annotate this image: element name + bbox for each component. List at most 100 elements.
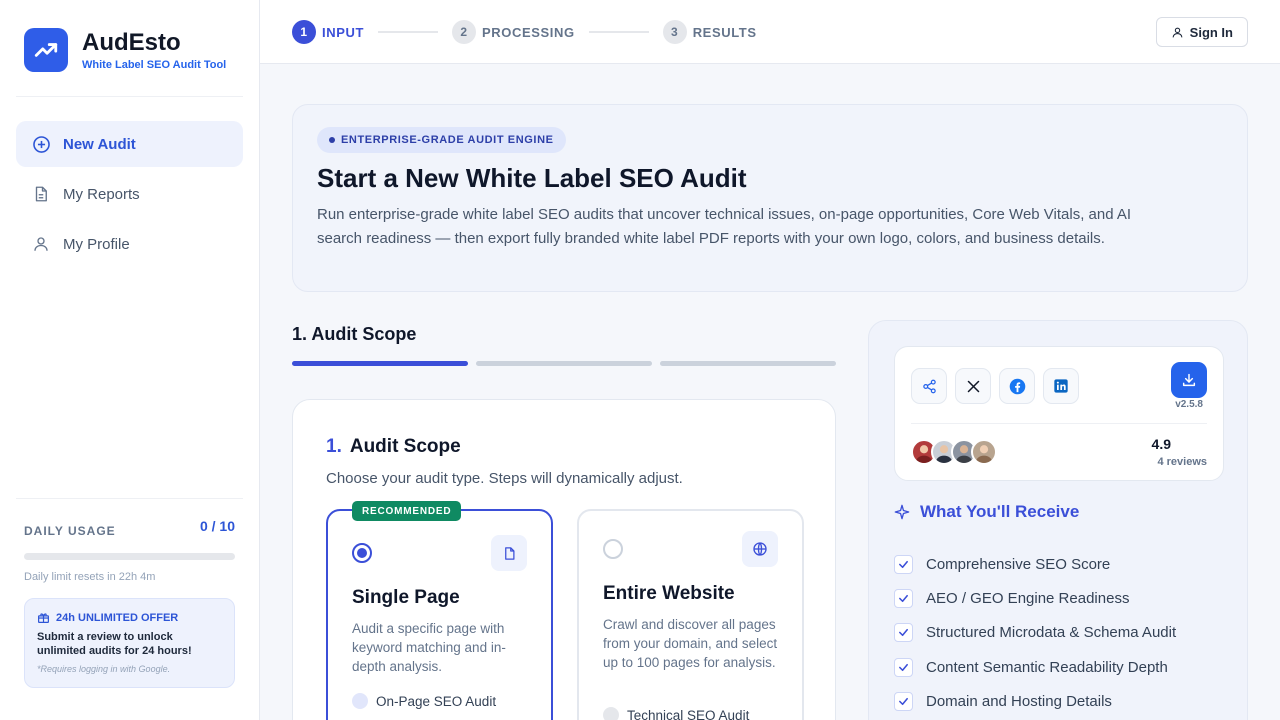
usage-progress-bar	[24, 553, 235, 560]
option-feature: Technical SEO Audit	[603, 707, 749, 720]
list-item: Content Semantic Readability Depth	[894, 650, 1176, 684]
check-icon	[894, 657, 913, 677]
download-icon	[1182, 373, 1196, 387]
divider	[16, 96, 243, 97]
card-title-text: Audit Scope	[349, 436, 461, 457]
step-label: INPUT	[322, 24, 364, 40]
trending-up-icon	[24, 28, 68, 72]
card-title: 1. Audit Scope	[326, 436, 461, 458]
step-connector	[588, 31, 649, 33]
hero-badge-text: ENTERPRISE-GRADE AUDIT ENGINE	[341, 134, 554, 146]
reviewer-avatars	[911, 439, 997, 465]
sidebar: AudEsto White Label SEO Audit Tool New A…	[0, 0, 260, 720]
sign-in-label: Sign In	[1189, 24, 1233, 40]
check-icon	[894, 588, 913, 608]
brand-tagline: White Label SEO Audit Tool	[82, 59, 227, 71]
recommended-badge: RECOMMENDED	[352, 501, 462, 521]
sidebar-item-my-profile[interactable]: My Profile	[16, 221, 243, 267]
sidebar-nav: New Audit My Reports My Profile	[16, 121, 243, 271]
facebook-icon	[1009, 378, 1025, 394]
list-item: Comprehensive SEO Score	[894, 547, 1176, 581]
offer-title: 24h UNLIMITED OFFER	[56, 611, 179, 624]
brand[interactable]: AudEsto White Label SEO Audit Tool	[24, 28, 226, 72]
hero-badge: ENTERPRISE-GRADE AUDIT ENGINE	[317, 127, 566, 153]
step-label: PROCESSING	[482, 24, 575, 40]
share-facebook-button[interactable]	[999, 368, 1035, 404]
card-number: 1.	[326, 436, 342, 457]
globe-icon	[742, 531, 778, 567]
plus-circle-icon	[31, 134, 51, 154]
share-icon	[922, 379, 936, 393]
sign-in-button[interactable]: Sign In	[1155, 17, 1248, 47]
usage-reset-text: Daily limit resets in 22h 4m	[24, 571, 156, 583]
progress-segment	[292, 361, 468, 366]
receive-title: What You'll Receive	[920, 502, 1080, 521]
offer-text: Submit a review to unlock unlimited audi…	[37, 631, 192, 657]
file-icon	[491, 535, 527, 571]
usage-count: 0 / 10	[199, 518, 235, 534]
option-entire-website[interactable]: Entire Website Crawl and discover all pa…	[577, 509, 804, 720]
divider	[16, 498, 243, 499]
share-button[interactable]	[911, 368, 947, 404]
download-button[interactable]	[1171, 362, 1207, 398]
user-icon	[1171, 26, 1184, 39]
option-description: Audit a specific page with keyword match…	[352, 621, 506, 674]
sidebar-item-my-reports[interactable]: My Reports	[16, 171, 243, 217]
user-icon	[31, 234, 51, 254]
avatar	[971, 439, 997, 465]
check-icon	[894, 554, 913, 574]
step-processing: 2 PROCESSING	[452, 20, 575, 44]
step-input: 1 INPUT	[292, 20, 364, 44]
sparkle-icon	[894, 504, 910, 520]
sidebar-item-label: My Reports	[63, 185, 140, 203]
option-single-page[interactable]: RECOMMENDED Single Page Audit a specific…	[326, 501, 553, 720]
info-panel: v2.5.8 4.9 4 reviews What You'll Receive…	[868, 320, 1248, 720]
share-x-button[interactable]	[955, 368, 991, 404]
unlimited-offer-card[interactable]: 24h UNLIMITED OFFER Submit a review to u…	[24, 598, 235, 688]
stepper: 1 INPUT 2 PROCESSING 3 RESULTS	[292, 20, 757, 44]
list-item-label: AEO / GEO Engine Readiness	[926, 589, 1130, 607]
step-number: 3	[662, 20, 687, 44]
list-item: AEO / GEO Engine Readiness	[894, 581, 1176, 615]
list-item-label: Content Semantic Readability Depth	[926, 658, 1168, 676]
step-number: 1	[292, 20, 316, 44]
receive-heading: What You'll Receive	[894, 502, 1079, 522]
share-card: v2.5.8 4.9 4 reviews	[894, 346, 1224, 481]
list-item-label: Comprehensive SEO Score	[926, 555, 1111, 573]
review-count: 4 reviews	[1157, 456, 1207, 468]
list-item-label: Structured Microdata & Schema Audit	[926, 624, 1177, 642]
card-subtitle: Choose your audit type. Steps will dynam…	[326, 470, 683, 487]
entire-website-radio[interactable]	[603, 539, 623, 559]
wizard-progress	[292, 361, 844, 366]
version-label: v2.5.8	[1175, 399, 1203, 410]
audit-scope-card: 1. Audit Scope Choose your audit type. St…	[292, 399, 836, 720]
list-item: Structured Microdata & Schema Audit	[894, 616, 1176, 650]
section-heading: 1. Audit Scope	[292, 324, 417, 344]
offer-note: *Requires logging in with Google.	[37, 664, 171, 674]
hero-description: Run enterprise-grade white label SEO aud…	[317, 206, 1132, 247]
brand-name: AudEsto	[82, 29, 181, 56]
step-number: 2	[452, 20, 476, 44]
step-connector	[378, 31, 438, 33]
hero-banner: ENTERPRISE-GRADE AUDIT ENGINE Start a Ne…	[292, 104, 1248, 292]
sidebar-item-label: My Profile	[63, 235, 130, 253]
progress-segment	[660, 361, 836, 366]
rating-summary: 4.9 4 reviews	[1152, 436, 1207, 468]
single-page-radio[interactable]	[352, 543, 372, 563]
option-description: Crawl and discover all pages from your d…	[603, 617, 778, 670]
progress-segment	[476, 361, 652, 366]
receive-list: Comprehensive SEO Score AEO / GEO Engine…	[894, 547, 1176, 718]
share-linkedin-button[interactable]	[1043, 368, 1079, 404]
feature-label: On-Page SEO Audit	[376, 693, 497, 709]
rating-value: 4.9	[1151, 436, 1171, 452]
page-title: Start a New White Label SEO Audit	[317, 163, 747, 193]
document-icon	[31, 184, 51, 204]
check-icon	[894, 623, 913, 643]
linkedin-icon	[1054, 379, 1068, 393]
list-item: Domain and Hosting Details	[894, 684, 1176, 718]
gift-icon	[37, 611, 50, 624]
sidebar-item-new-audit[interactable]: New Audit	[16, 121, 243, 167]
option-title: Single Page	[352, 587, 460, 608]
divider	[911, 423, 1207, 424]
list-item-label: Domain and Hosting Details	[926, 692, 1112, 710]
